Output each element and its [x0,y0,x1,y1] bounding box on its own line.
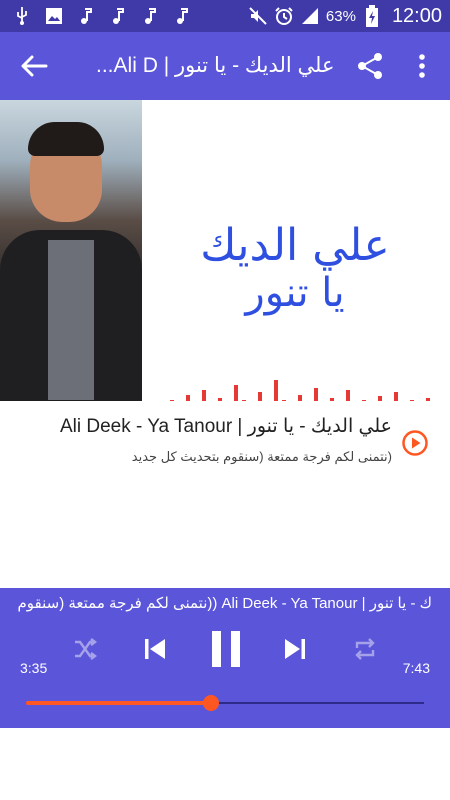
arrow-left-icon[interactable] [18,52,50,80]
seek-bar-thumb[interactable] [203,695,220,711]
status-bar: 63% 12:00 [0,0,450,32]
bottom-area [0,728,450,800]
clock: 12:00 [391,4,442,27]
music-note-icon [172,6,192,26]
track-title: علي الديك - يا تنور | Ali Deek - Ya Tano… [60,416,392,437]
pause-icon[interactable] [205,628,247,670]
current-time: 3:35 [20,660,48,676]
battery-percent: 63% [325,7,356,25]
battery-charging-icon [362,5,382,27]
alarm-icon [274,6,294,26]
waveform-graphic [170,380,430,401]
toolbar: علي الديك - يا تنور | Ali D... [0,32,450,100]
music-note-icon [140,6,160,26]
track-subtitle: (نتمنى لكم فرجة ممتعة (سنقوم بتحديث كل ج… [131,449,392,464]
more-vert-icon[interactable] [410,52,434,80]
image-icon [44,6,64,26]
music-note-icon [108,6,128,26]
play-circle-icon[interactable] [401,429,429,457]
album-art-artist: علي الديك [200,220,390,271]
player-panel: ك - يا تنور | Ali Deek - Ya Tanour ((نتم… [0,588,450,728]
music-note-icon [76,6,96,26]
toolbar-title: علي الديك - يا تنور | Ali D... [96,54,335,77]
album-art: علي الديك يا تنور [0,100,450,401]
total-time: 7:43 [402,660,430,676]
signal-icon [300,6,320,26]
seek-bar-progress [26,701,212,705]
track-row[interactable]: علي الديك - يا تنور | Ali Deek - Ya Tano… [0,401,450,491]
album-art-song: يا تنور [245,270,345,316]
skip-next-icon[interactable] [278,628,312,670]
skip-previous-icon[interactable] [138,628,172,670]
share-icon[interactable] [356,52,384,80]
artist-photo [0,100,142,401]
screen: 63% 12:00 علي الديك - يا تنور | Ali D...… [0,0,450,800]
mute-icon [248,6,268,26]
now-playing-marquee: ك - يا تنور | Ali Deek - Ya Tanour ((نتم… [18,595,432,612]
shuffle-icon[interactable] [70,628,100,670]
repeat-icon[interactable] [350,628,380,670]
usb-icon [12,6,32,26]
track-list-empty-area [0,491,450,588]
